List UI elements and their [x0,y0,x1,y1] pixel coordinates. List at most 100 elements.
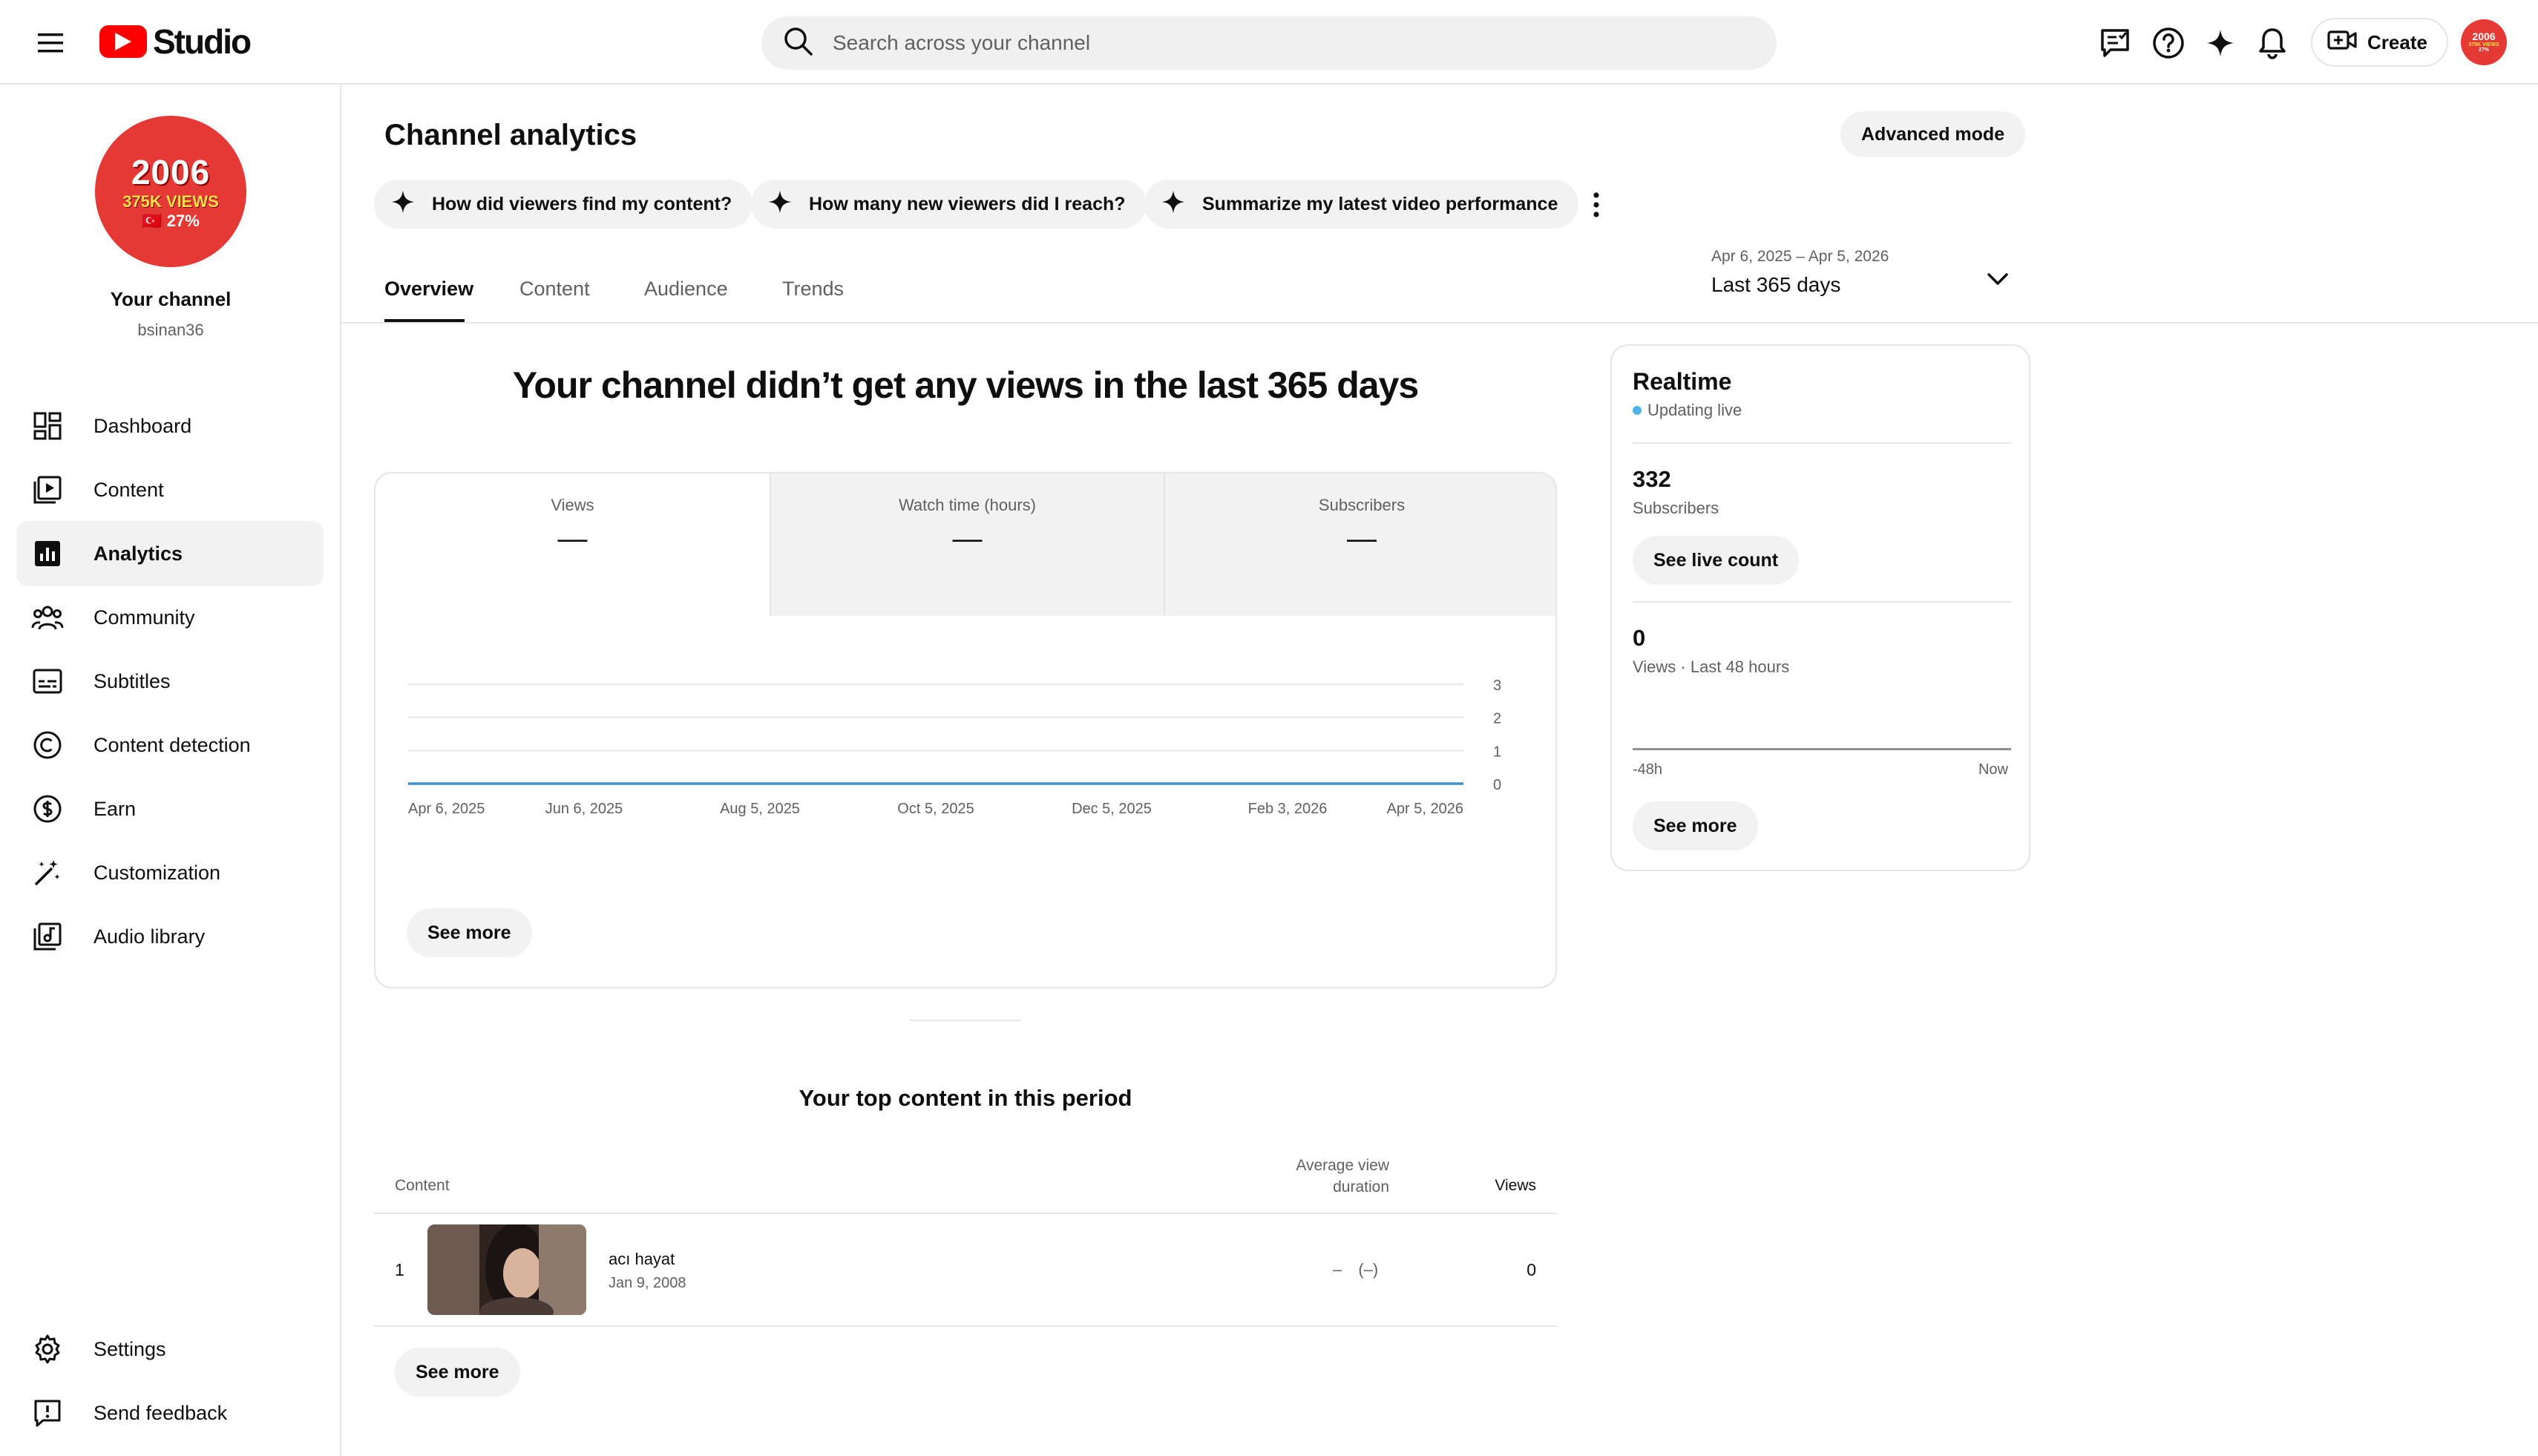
account-avatar[interactable]: 2006 375K VIEWS 27% [2461,19,2507,65]
chart-x-tick-label: Apr 6, 2025 [408,801,485,817]
metric-subscribers[interactable]: Subscribers — [1164,473,1555,616]
top-content-title: Your top content in this period [799,1085,1132,1111]
realtime-views-label: Views · Last 48 hours [1633,658,1790,676]
realtime-status: Updating live [1633,401,1742,420]
see-live-count-button[interactable]: See live count [1633,536,1800,585]
top-header: Studio Create 2006 375K VIEWS 27% [0,0,2538,85]
video-title[interactable]: acı hayat [609,1250,675,1269]
search-bar[interactable] [761,16,1777,70]
sidebar: 2006 375K VIEWS 🇹🇷 27% Your channel bsin… [0,85,341,1456]
youtube-play-icon [99,25,147,58]
realtime-see-more-button[interactable]: See more [1633,801,1758,850]
tab-audience[interactable]: Audience [644,278,728,301]
overview-chart-card: Views — Watch time (hours) — Subscribers… [374,472,1557,988]
channel-handle: bsinan36 [137,321,204,339]
tabs-divider [341,322,2538,324]
hamburger-menu-icon[interactable] [30,22,71,64]
channel-name[interactable]: Your channel [0,288,341,311]
sidebar-item-analytics[interactable]: Analytics [16,521,324,586]
copyright-icon [30,727,65,763]
analytics-icon [30,536,65,571]
date-range-text[interactable]: Apr 6, 2025 – Apr 5, 2026 [1711,248,1889,266]
chart-x-tick-label: Aug 5, 2025 [720,801,800,817]
realtime-panel: Realtime Updating live 332 Subscribers S… [1610,344,2030,871]
subtitles-icon [30,663,65,699]
chart-y-tick-label: 2 [1493,711,1501,727]
sparkle-icon[interactable] [2200,22,2241,64]
video-date: Jan 9, 2008 [609,1275,686,1291]
sparkle-icon [1161,189,1186,220]
views-value: 0 [1527,1260,1536,1279]
chart-y-tick-label: 3 [1493,678,1501,694]
realtime-axis-start: -48h [1633,761,1663,778]
suggestion-chip-summarize[interactable]: Summarize my latest video performance [1144,180,1579,229]
feedback-icon [30,1395,65,1431]
chart-see-more-button[interactable]: See more [407,908,532,957]
realtime-subscriber-count: 332 [1633,466,1671,492]
suggestion-chip-viewers-find[interactable]: How did viewers find my content? [374,180,753,229]
date-period-label[interactable]: Last 365 days [1711,273,1840,297]
sidebar-item-dashboard[interactable]: Dashboard [16,393,324,459]
metric-views[interactable]: Views — [376,473,770,616]
realtime-axis-end: Now [1978,761,2008,778]
search-input[interactable] [833,31,1723,55]
advanced-mode-button[interactable]: Advanced mode [1840,111,2026,157]
suggestion-chip-new-viewers[interactable]: How many new viewers did I reach? [751,180,1147,229]
column-header-views[interactable]: Views [1410,1177,1536,1195]
tab-content[interactable]: Content [519,278,590,301]
sidebar-item-content-detection[interactable]: Content detection [16,712,324,778]
search-icon [784,27,813,60]
dollar-icon [30,791,65,827]
sidebar-item-send-feedback[interactable]: Send feedback [16,1380,324,1446]
sparkle-icon [767,189,793,220]
metric-watch-time[interactable]: Watch time (hours) — [770,473,1164,616]
sidebar-item-customization[interactable]: Customization [16,840,324,905]
chart-x-tick-label: Oct 5, 2025 [897,801,974,817]
community-icon [30,600,65,635]
create-label: Create [2367,30,2427,53]
sidebar-item-audio-library[interactable]: Audio library [16,904,324,969]
chart-y-tick-label: 1 [1493,744,1501,760]
top-content-see-more-button[interactable]: See more [395,1348,520,1397]
realtime-subscribers-label: Subscribers [1633,499,1719,517]
more-options-icon[interactable] [1584,184,1609,226]
live-dot-icon [1633,406,1642,415]
column-header-content: Content [395,1177,450,1194]
tab-trends[interactable]: Trends [782,278,844,301]
audio-library-icon [30,919,65,954]
sidebar-item-subtitles[interactable]: Subtitles [16,649,324,714]
logo-text: Studio [153,22,252,61]
magic-wand-icon [30,855,65,891]
chart-x-tick-label: Apr 5, 2026 [1387,801,1463,817]
dashboard-icon [30,408,65,444]
table-header-divider [374,1213,1557,1214]
content-icon [30,472,65,508]
sidebar-item-community[interactable]: Community [16,585,324,650]
sidebar-item-settings[interactable]: Settings [16,1316,324,1382]
avg-view-duration-value: – (–) [1333,1260,1379,1279]
studio-logo[interactable]: Studio [99,21,252,62]
feedback-chat-icon[interactable] [2094,22,2136,64]
sparkle-icon [390,189,416,220]
gear-icon [30,1331,65,1367]
create-video-icon [2327,29,2357,56]
tab-overview[interactable]: Overview [384,278,473,301]
realtime-mini-chart-baseline [1633,748,2011,750]
realtime-divider [1633,442,2011,444]
video-thumbnail[interactable] [427,1224,586,1315]
channel-avatar[interactable]: 2006 375K VIEWS 🇹🇷 27% [95,116,246,267]
notifications-bell-icon[interactable] [2252,22,2293,64]
help-icon[interactable] [2148,22,2189,64]
sidebar-item-earn[interactable]: Earn [16,776,324,842]
chart-x-tick-label: Jun 6, 2025 [545,801,623,817]
no-views-headline: Your channel didn’t get any views in the… [512,364,1419,406]
sidebar-item-content[interactable]: Content [16,457,324,522]
realtime-title: Realtime [1633,368,1732,395]
chevron-down-icon[interactable] [1981,263,2014,295]
create-button[interactable]: Create [2311,18,2448,67]
chart-y-tick-label: 0 [1493,777,1501,793]
chart-x-tick-label: Dec 5, 2025 [1072,801,1152,817]
chart-x-tick-label: Feb 3, 2026 [1248,801,1328,817]
views-line-chart: 0 1 2 3 Apr 6, 2025 Jun 6, 2025 Aug 5, 2025 Oct… [407,678,1501,817]
column-header-avg-view-duration: Average view duration [1296,1157,1389,1196]
